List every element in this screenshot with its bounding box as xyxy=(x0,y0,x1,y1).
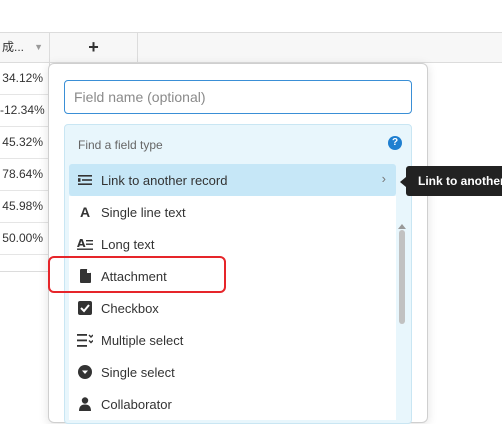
field-type-label: Link to another record xyxy=(101,172,228,188)
field-type-single-select[interactable]: Single select xyxy=(69,356,396,388)
field-type-popup: Find a field type ? Link to another reco… xyxy=(48,63,428,424)
field-type-collaborator[interactable]: Collaborator xyxy=(69,388,396,420)
grid-column-cells: 34.12% -12.34% 45.32% 78.64% 45.98% 50.0… xyxy=(0,63,50,255)
field-type-link-record[interactable]: Link to another record › xyxy=(69,164,396,196)
field-type-label: Long text xyxy=(101,236,155,252)
field-type-label: Checkbox xyxy=(101,300,159,316)
field-type-multiple-select[interactable]: Multiple select xyxy=(69,324,396,356)
chevron-right-icon: › xyxy=(381,171,386,186)
table-cell[interactable]: 78.64% xyxy=(0,159,50,191)
svg-text:A: A xyxy=(77,237,86,250)
long-text-icon: A xyxy=(77,236,93,252)
field-type-label: Collaborator xyxy=(101,396,172,412)
field-type-label: Single line text xyxy=(101,204,186,220)
scroll-up-arrow-icon[interactable] xyxy=(398,224,406,229)
table-cell[interactable]: -12.34% xyxy=(0,95,50,127)
table-cell[interactable]: 45.98% xyxy=(0,191,50,223)
checkbox-icon xyxy=(77,300,93,316)
link-record-icon xyxy=(77,172,93,188)
column-header[interactable]: 成... ▼ xyxy=(0,33,50,62)
column-header-label: 成... xyxy=(2,40,25,54)
grid-empty-row xyxy=(0,255,50,272)
find-field-type-label: Find a field type xyxy=(78,138,163,152)
scrollbar-thumb[interactable] xyxy=(399,230,405,324)
multi-select-icon xyxy=(77,332,93,348)
field-type-checkbox[interactable]: Checkbox xyxy=(69,292,396,324)
table-cell[interactable]: 50.00% xyxy=(0,223,50,255)
table-cell[interactable]: 45.32% xyxy=(0,127,50,159)
single-select-icon xyxy=(77,364,93,380)
field-type-label: Single select xyxy=(101,364,175,380)
help-icon[interactable]: ? xyxy=(388,136,402,150)
tooltip: Link to another record xyxy=(406,166,502,196)
attachment-highlight xyxy=(48,256,226,293)
user-icon xyxy=(77,396,93,412)
field-name-input[interactable] xyxy=(64,80,412,114)
text-a-icon: A xyxy=(79,204,91,220)
table-cell[interactable]: 34.12% xyxy=(0,63,50,95)
add-field-button[interactable]: + xyxy=(50,33,138,62)
field-type-label: Multiple select xyxy=(101,332,184,348)
grid-header: 成... ▼ + xyxy=(0,32,502,63)
field-type-single-line-text[interactable]: A Single line text xyxy=(69,196,396,228)
chevron-down-icon[interactable]: ▼ xyxy=(34,33,43,62)
scrollbar[interactable] xyxy=(398,224,406,423)
